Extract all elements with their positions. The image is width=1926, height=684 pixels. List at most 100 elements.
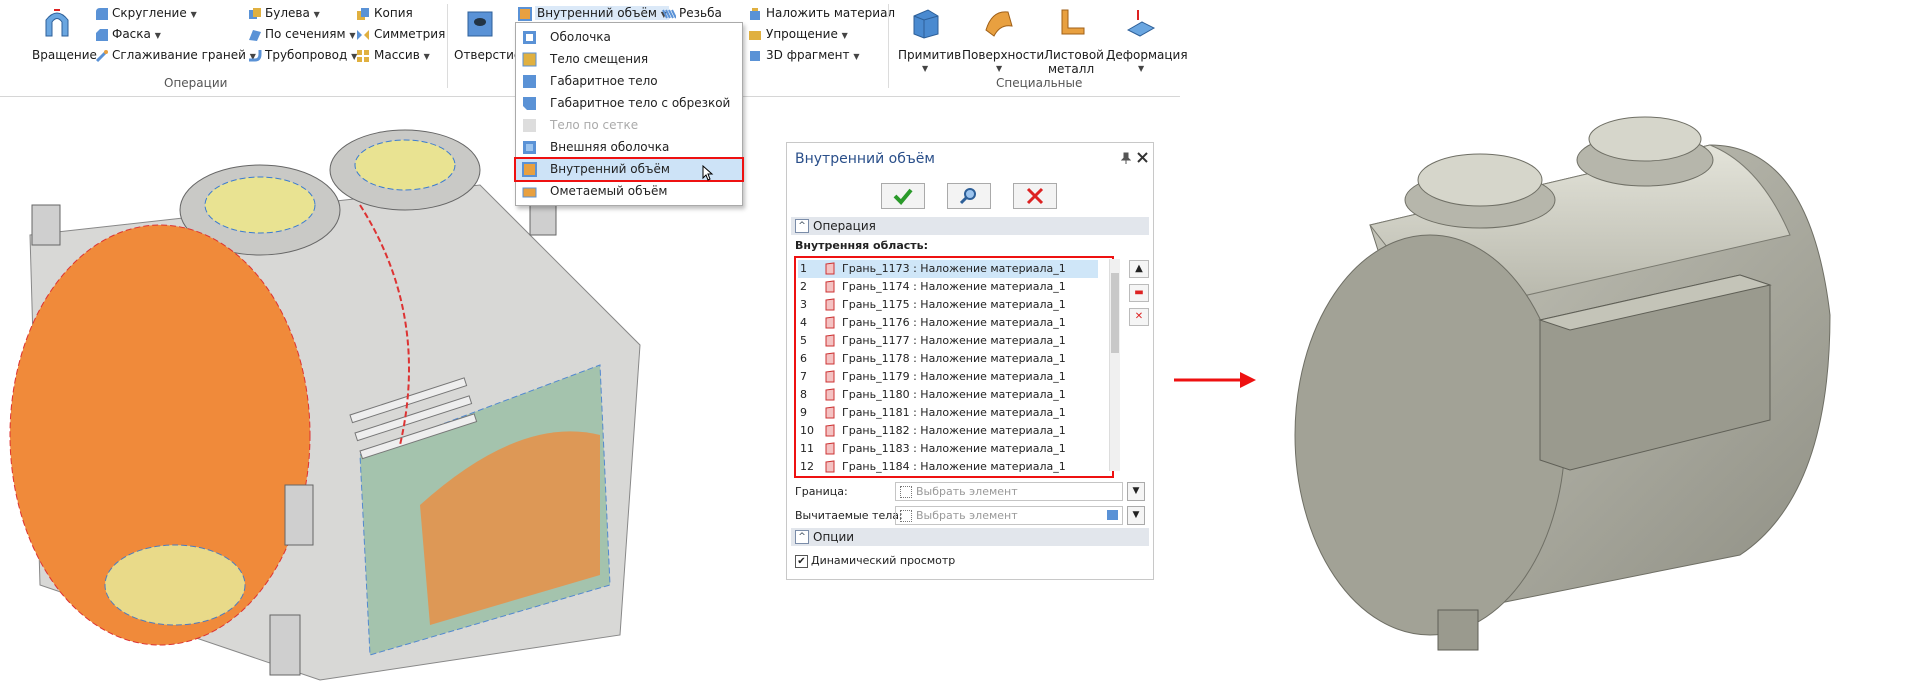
list-item[interactable]: 3 Грань_1175 : Наложение материала_1 [798,296,1098,314]
list-item[interactable]: 6 Грань_1178 : Наложение материала_1 [798,350,1098,368]
inner-volume-dropdown-button[interactable]: Внутренний объём ▼ [535,6,669,20]
menu-item-label: Внешняя оболочка [550,140,670,154]
options-section-label: Опции [813,530,855,544]
row-number: 5 [800,334,807,347]
operation-section-header[interactable]: ^ Операция [791,217,1149,235]
rotation-button[interactable]: Вращение [28,4,97,62]
inner-volume-result-viewport[interactable] [1270,115,1926,684]
list-item[interactable]: 7 Грань_1179 : Наложение материала_1 [798,368,1098,386]
chevron-down-icon: ▼ [841,31,848,40]
clear-list-button[interactable]: ✕ [1129,308,1149,326]
surfaces-button[interactable]: Поверхности ▼ [960,4,1044,74]
menu-item-bounding-body[interactable]: Габаритное тело [516,71,742,92]
list-item[interactable]: 10 Грань_1182 : Наложение материала_1 [798,422,1098,440]
face-icon [825,442,835,455]
hole-button[interactable]: Отверстие [452,4,521,62]
fillet-label: Скругление [112,6,187,20]
menu-item-offset-body[interactable]: Тело смещения [516,49,742,70]
primitive-label: Примитив [898,48,962,62]
pin-icon[interactable] [1121,152,1131,164]
check-icon: ✔ [797,556,806,567]
result-boss-top [1588,116,1702,162]
chevron-up-icon: ^ [795,530,809,544]
deformation-button[interactable]: Деформация ▼ [1104,4,1188,74]
fragment-3d-icon [750,51,760,61]
result-boss-top [1417,153,1543,207]
list-item[interactable]: 12 Грань_1184 : Наложение материала_1 [798,458,1098,476]
primitive-button[interactable]: Примитив ▼ [894,4,961,74]
list-item[interactable]: 8 Грань_1180 : Наложение материала_1 [798,386,1098,404]
row-text: Грань_1182 : Наложение материала_1 [842,424,1066,437]
menu-item-label: Оболочка [550,30,611,44]
boolean-button[interactable]: Булева ▼ [265,6,320,20]
thread-label[interactable]: Резьба [679,6,722,20]
result-arrow [1174,372,1256,388]
hole-label: Отверстие [454,48,522,62]
operation-section-label: Операция [813,219,876,233]
menu-item-shell[interactable]: Оболочка [516,27,742,48]
boundary-placeholder: Выбрать элемент [916,485,1018,498]
sheet-metal-label-line1: Листовой [1044,48,1104,62]
menu-item-label: Габаритное тело с обрезкой [550,96,731,110]
rotation-label: Вращение [32,48,97,62]
list-scrollbar[interactable] [1109,259,1120,471]
row-number: 10 [800,424,814,437]
list-item[interactable]: 4 Грань_1176 : Наложение материала_1 [798,314,1098,332]
list-item[interactable]: 9 Грань_1181 : Наложение материала_1 [798,404,1098,422]
rotation-icon [45,9,69,37]
list-item[interactable]: 11 Грань_1183 : Наложение материала_1 [798,440,1098,458]
scrollbar-thumb[interactable] [1111,273,1119,353]
subtract-placeholder: Выбрать элемент [916,509,1018,522]
list-item[interactable]: 1 Грань_1173 : Наложение материала_1 [798,260,1098,278]
fragment-3d-button[interactable]: 3D фрагмент ▼ [766,48,859,62]
pipeline-button[interactable]: Трубопровод ▼ [265,48,357,62]
chamfer-button[interactable]: Фаска ▼ [112,27,161,41]
ok-button[interactable] [881,183,925,209]
menu-item-bounding-body-trimmed[interactable]: Габаритное тело с обрезкой [516,93,742,114]
outer-shell-icon [523,141,536,154]
pick-body-icon [1107,510,1118,520]
row-number: 8 [800,388,807,401]
symmetry-label[interactable]: Симметрия [374,27,445,41]
dynamic-preview-checkbox[interactable]: ✔ [795,555,808,568]
row-text: Грань_1174 : Наложение материала_1 [842,280,1066,293]
surfaces-label: Поверхности [962,48,1045,62]
subtract-dropdown-button[interactable]: ▼ [1127,506,1145,525]
close-icon[interactable] [1137,152,1148,163]
by-sections-button[interactable]: По сечениям ▼ [265,27,356,41]
face-icon [825,424,835,437]
remove-item-button[interactable]: ▬ [1129,284,1149,302]
row-text: Грань_1178 : Наложение материала_1 [842,352,1066,365]
inner-region-list[interactable]: 1 Грань_1173 : Наложение материала_1 2 Гран… [794,256,1114,478]
menu-item-outer-shell[interactable]: Внешняя оболочка [516,137,742,158]
fragment-3d-label: 3D фрагмент [766,48,850,62]
cancel-button[interactable] [1013,183,1057,209]
list-item[interactable]: 2 Грань_1174 : Наложение материала_1 [798,278,1098,296]
apply-material-label[interactable]: Наложить материал [766,6,895,20]
list-item[interactable]: 5 Грань_1177 : Наложение материала_1 [798,332,1098,350]
move-up-button[interactable]: ▲ [1129,260,1149,278]
deformation-icon [1126,10,1156,37]
preview-button[interactable] [947,183,991,209]
chevron-down-icon: ▼ [1132,510,1140,520]
simplify-button[interactable]: Упрощение ▼ [766,27,848,41]
edge-blend-button[interactable]: Сглаживание граней ▼ [112,48,256,62]
inner-region-label: Внутренняя область: [795,239,928,252]
symmetry-icon [357,30,369,40]
array-button[interactable]: Массив ▼ [374,48,430,62]
row-text: Грань_1177 : Наложение материала_1 [842,334,1066,347]
boundary-field[interactable]: Выбрать элемент [895,482,1123,501]
boundary-dropdown-button[interactable]: ▼ [1127,482,1145,501]
face-icon [825,388,835,401]
fillet-button[interactable]: Скругление ▼ [112,6,197,20]
menu-item-swept-volume[interactable]: Ометаемый объём [516,181,742,202]
options-section-header[interactable]: ^ Опции [791,528,1149,546]
copy-label[interactable]: Копия [374,6,413,20]
menu-item-inner-volume[interactable]: Внутренний объём [514,157,744,182]
pipeline-icon [249,50,262,62]
inner-face-highlight [104,544,246,626]
chevron-down-icon: ▼ [1138,64,1145,73]
subtract-bodies-field[interactable]: Выбрать элемент [895,506,1123,525]
chevron-down-icon: ▼ [190,10,197,19]
sheet-metal-button[interactable]: Листовой металл [1040,4,1104,76]
